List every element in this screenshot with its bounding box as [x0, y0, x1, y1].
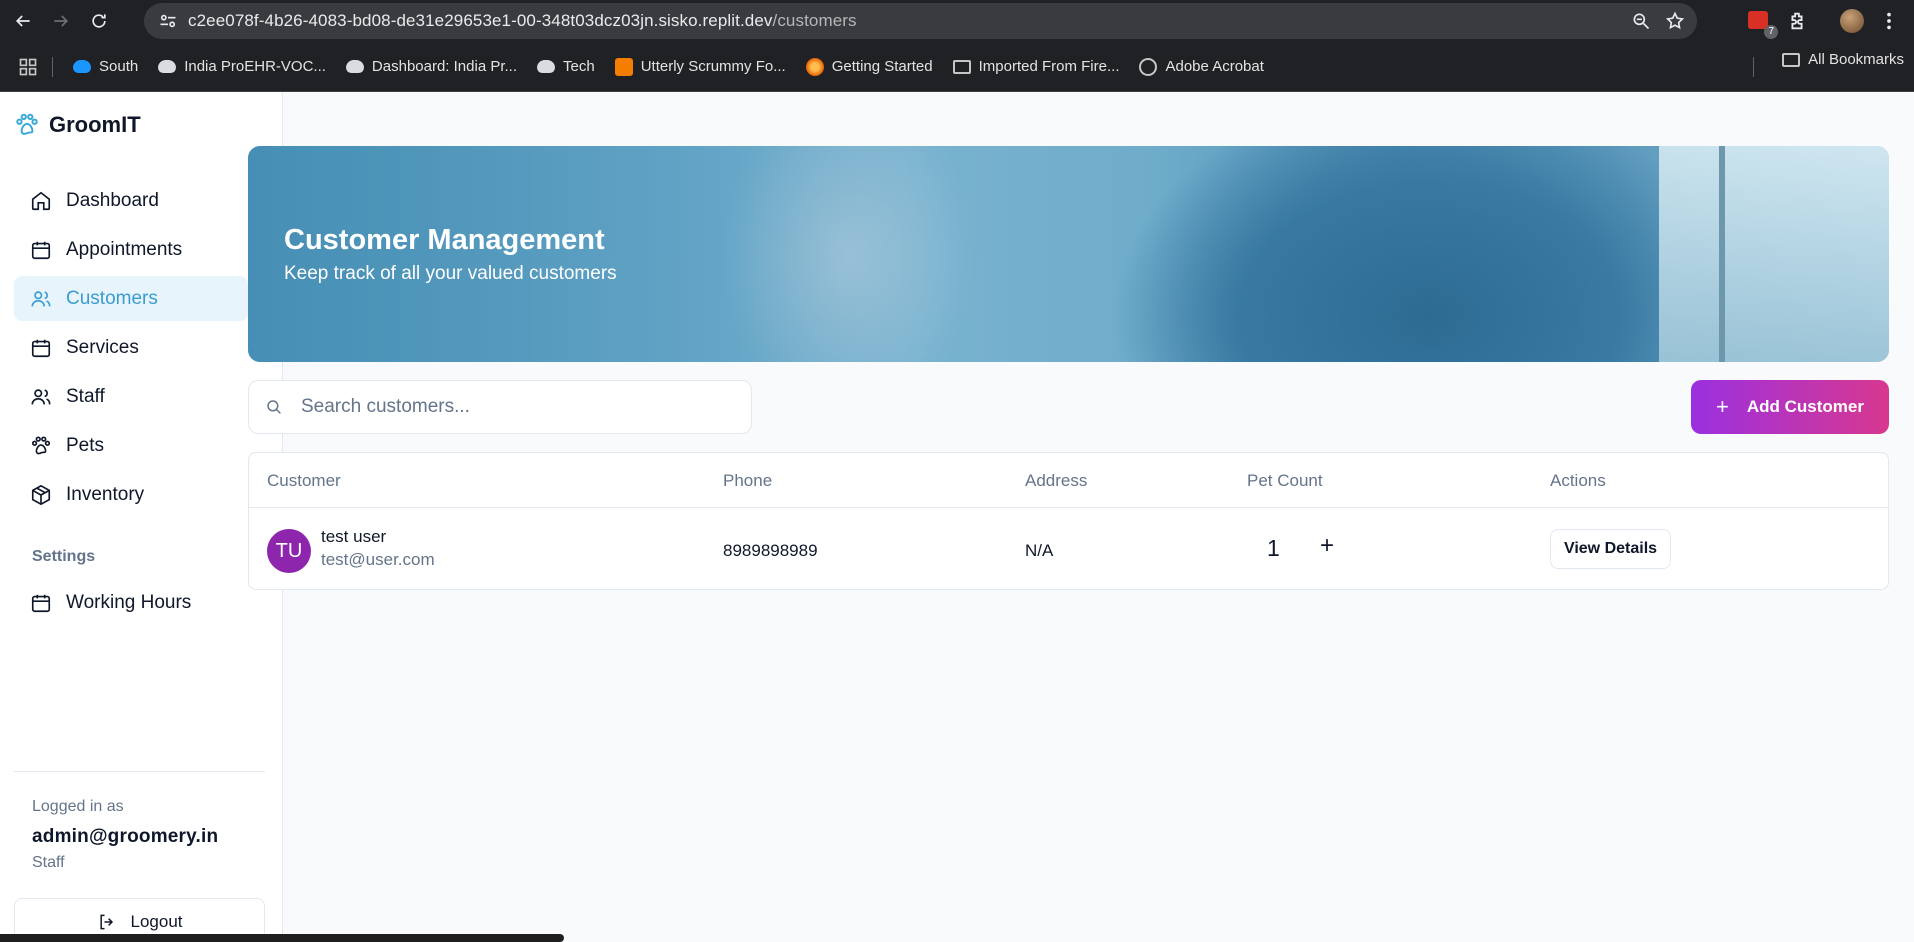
customer-email: test@user.com: [321, 550, 435, 569]
sidebar-item-label: Inventory: [66, 483, 145, 505]
logout-icon: [99, 914, 113, 930]
site-info-icon[interactable]: [150, 11, 186, 31]
forward-arrow-icon: [54, 15, 69, 27]
horizontal-scrollbar[interactable]: [0, 934, 564, 942]
bookmark-getting-started[interactable]: Getting Started: [796, 51, 943, 83]
sidebar-item-label: Appointments: [66, 238, 183, 260]
sidebar-item-label: Services: [66, 336, 139, 358]
bookmark-imported-from-firefox[interactable]: Imported From Fire...: [943, 51, 1130, 83]
sidebar-item-customers[interactable]: Customers: [14, 276, 248, 321]
sidebar-item-label: Customers: [66, 287, 158, 309]
reload-icon: [92, 14, 106, 28]
sidebar: GroomIT Dashboard Appointments Customers…: [0, 92, 283, 942]
cloud-icon: [537, 60, 556, 73]
paw-icon: [31, 435, 51, 454]
sidebar-item-services[interactable]: Services: [14, 325, 248, 370]
blogger-icon: [614, 57, 633, 76]
bookmark-dashboard-india[interactable]: Dashboard: India Pr...: [336, 51, 527, 83]
calendar-icon: [31, 594, 51, 612]
bookmarks-bar: South India ProEHR-VOC... Dashboard: Ind…: [0, 42, 1914, 92]
brand-name: GroomIT: [49, 112, 141, 137]
customers-table: Customer Phone Address Pet Count Actions…: [248, 452, 1889, 590]
profile-avatar[interactable]: [1840, 9, 1864, 33]
browser-toolbar: c2ee078f-4b26-4083-bd08-de31e29653e1-00-…: [0, 0, 1914, 42]
back-arrow-icon: [15, 15, 30, 27]
page-subtitle: Keep track of all your valued customers: [284, 263, 617, 284]
customer-phone: 8989898989: [723, 541, 818, 560]
folder-icon: [952, 59, 971, 74]
user-info: Logged in as admin@groomery.in Staff: [32, 798, 218, 872]
more-menu-icon[interactable]: [1878, 10, 1900, 32]
pet-count-value: 1: [1267, 535, 1280, 561]
forward-button[interactable]: [42, 2, 80, 40]
calendar-icon: [31, 339, 51, 357]
back-button[interactable]: [4, 2, 42, 40]
plus-icon: +: [1716, 394, 1729, 419]
settings-nav: Working Hours: [14, 580, 248, 629]
table-header: Customer Phone Address Pet Count Actions: [249, 453, 1888, 508]
user-email: admin@groomery.in: [32, 826, 219, 847]
customer-name: test user: [321, 527, 387, 546]
bookmark-utterly-scrummy[interactable]: Utterly Scrummy Fo...: [605, 51, 796, 83]
search-icon: [267, 400, 281, 414]
extension-icon[interactable]: 7: [1748, 9, 1778, 39]
bookmark-south[interactable]: South: [63, 51, 148, 83]
sidebar-item-working-hours[interactable]: Working Hours: [14, 580, 248, 625]
sidebar-item-appointments[interactable]: Appointments: [14, 227, 248, 272]
column-header-actions: Actions: [1550, 471, 1606, 490]
sidebar-item-inventory[interactable]: Inventory: [14, 472, 248, 517]
sidebar-item-label: Staff: [66, 385, 105, 407]
sidebar-item-label: Pets: [66, 434, 105, 456]
search-field[interactable]: [248, 380, 752, 434]
column-header-pet-count: Pet Count: [1247, 471, 1323, 490]
customer-address: N/A: [1025, 541, 1054, 560]
sidebar-item-staff[interactable]: Staff: [14, 374, 248, 419]
bookmark-adobe-acrobat[interactable]: Adobe Acrobat: [1129, 51, 1273, 83]
paw-logo-icon: [16, 113, 38, 135]
search-input[interactable]: [301, 396, 741, 418]
cloud-icon: [158, 60, 177, 73]
sidebar-item-label: Dashboard: [66, 189, 159, 211]
settings-heading: Settings: [32, 548, 96, 565]
bookmark-tech[interactable]: Tech: [527, 51, 605, 83]
package-icon: [31, 484, 51, 505]
brand[interactable]: GroomIT: [14, 112, 141, 138]
column-header-phone: Phone: [723, 471, 773, 490]
sidebar-nav: Dashboard Appointments Customers Service…: [14, 178, 248, 521]
address-bar[interactable]: c2ee078f-4b26-4083-bd08-de31e29653e1-00-…: [144, 3, 1697, 39]
zoom-icon[interactable]: [1631, 11, 1651, 31]
user-role: Staff: [32, 854, 65, 871]
sidebar-item-pets[interactable]: Pets: [14, 423, 248, 468]
users-icon: [31, 388, 51, 404]
folder-icon: [1782, 52, 1801, 67]
url-text: c2ee078f-4b26-4083-bd08-de31e29653e1-00-…: [188, 11, 857, 30]
globe-icon: [1139, 57, 1158, 76]
users-icon: [31, 290, 51, 306]
calendar-icon: [31, 241, 51, 259]
extensions-puzzle-icon[interactable]: [1786, 10, 1808, 32]
sidebar-item-dashboard[interactable]: Dashboard: [14, 178, 248, 223]
all-bookmarks-button[interactable]: All Bookmarks: [1782, 51, 1904, 68]
logged-in-label: Logged in as: [32, 798, 124, 815]
sidebar-item-label: Working Hours: [66, 591, 192, 613]
reload-button[interactable]: [80, 2, 118, 40]
view-details-button[interactable]: View Details: [1550, 529, 1671, 569]
cloud-icon: [345, 60, 364, 73]
apps-grid-icon[interactable]: [8, 47, 48, 87]
page-title: Customer Management: [284, 224, 605, 256]
column-header-address: Address: [1025, 471, 1088, 490]
column-header-customer: Customer: [267, 471, 341, 490]
firefox-icon: [805, 57, 824, 76]
add-customer-button[interactable]: + Add Customer: [1691, 380, 1889, 434]
table-row: TU test user test@user.com 8989898989 N/…: [249, 509, 1888, 589]
avatar: TU: [267, 529, 311, 573]
bookmark-star-icon[interactable]: [1665, 11, 1685, 31]
hero-banner: Customer Management Keep track of all yo…: [248, 146, 1889, 362]
add-pet-plus-icon[interactable]: +: [1315, 532, 1339, 560]
home-icon: [31, 191, 51, 210]
bookmark-india-proehr[interactable]: India ProEHR-VOC...: [148, 51, 336, 83]
cloud-icon: [73, 60, 91, 73]
extension-badge-count: 7: [1764, 25, 1778, 39]
divider: [14, 771, 265, 772]
